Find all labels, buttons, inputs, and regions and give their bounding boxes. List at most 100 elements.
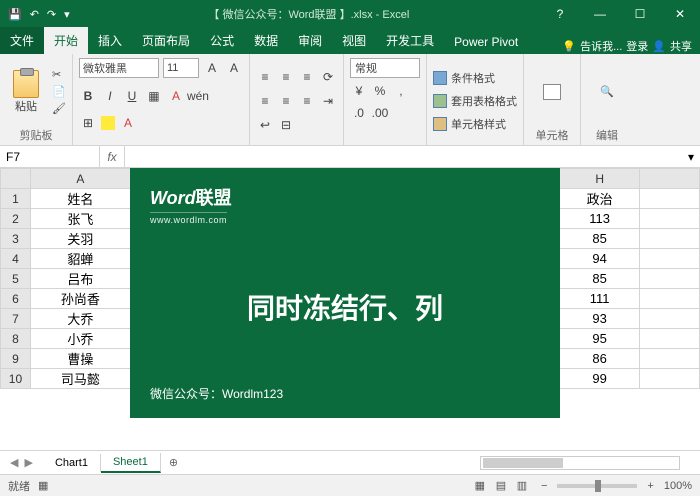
undo-icon[interactable]: ↶	[30, 8, 39, 21]
table-format-button[interactable]: 套用表格格式	[433, 91, 517, 111]
cell[interactable]: 113	[560, 209, 640, 229]
cell[interactable]: 吕布	[30, 269, 130, 289]
row-header[interactable]: 6	[1, 289, 31, 309]
tab-powerpivot[interactable]: Power Pivot	[444, 30, 528, 54]
row-header[interactable]: 7	[1, 309, 31, 329]
cell[interactable]	[640, 289, 700, 309]
cell[interactable]	[640, 309, 700, 329]
indent-icon[interactable]: ⇥	[319, 92, 337, 110]
tab-review[interactable]: 审阅	[288, 27, 332, 54]
cell[interactable]: 司马懿	[30, 369, 130, 389]
login-link[interactable]: 登录	[626, 38, 648, 54]
align-bottom-icon[interactable]: ≡	[298, 68, 316, 86]
percent-icon[interactable]: %	[371, 82, 389, 100]
cell[interactable]	[640, 249, 700, 269]
normal-view-icon[interactable]: ▦	[471, 479, 489, 493]
zoom-out-icon[interactable]: −	[541, 480, 547, 492]
share-button[interactable]: 共享	[670, 38, 692, 54]
horizontal-scrollbar[interactable]	[480, 456, 680, 470]
tab-file[interactable]: 文件	[0, 27, 44, 54]
cell[interactable]: 关羽	[30, 229, 130, 249]
sheet-prev-icon[interactable]: ◀	[10, 456, 18, 469]
cell[interactable]: 政治	[560, 189, 640, 209]
wrap-text-icon[interactable]: ↩	[256, 116, 274, 134]
sheet-next-icon[interactable]: ▶	[24, 456, 32, 469]
save-icon[interactable]: 💾	[8, 8, 22, 21]
name-box[interactable]: F7	[0, 146, 100, 167]
cell[interactable]: 95	[560, 329, 640, 349]
cell[interactable]: 姓名	[30, 189, 130, 209]
close-icon[interactable]: ✕	[660, 0, 700, 28]
number-format-combo[interactable]: 常规	[350, 58, 420, 78]
minimize-icon[interactable]: —	[580, 0, 620, 28]
row-header[interactable]: 2	[1, 209, 31, 229]
cell[interactable]	[640, 229, 700, 249]
cell[interactable]: 孙尚香	[30, 289, 130, 309]
row-header[interactable]: 10	[1, 369, 31, 389]
cell[interactable]	[640, 189, 700, 209]
row-header[interactable]: 4	[1, 249, 31, 269]
currency-icon[interactable]: ¥	[350, 82, 368, 100]
border-bottom-icon[interactable]: ⊞	[79, 114, 97, 132]
maximize-icon[interactable]: ☐	[620, 0, 660, 28]
shrink-font-icon[interactable]: A	[225, 59, 243, 77]
tab-data[interactable]: 数据	[244, 27, 288, 54]
fx-icon[interactable]: fx	[100, 150, 124, 164]
phonetic-button[interactable]: wén	[189, 87, 207, 105]
cell[interactable]: 貂蝉	[30, 249, 130, 269]
zoom-in-icon[interactable]: +	[647, 480, 653, 492]
cell[interactable]	[640, 329, 700, 349]
cells-icon[interactable]	[543, 84, 561, 100]
merge-icon[interactable]: ⊟	[277, 116, 295, 134]
page-break-view-icon[interactable]: ▥	[513, 479, 531, 493]
cell[interactable]	[640, 269, 700, 289]
dec-decimal-icon[interactable]: .00	[371, 104, 389, 122]
font-color-large-icon[interactable]: A	[167, 87, 185, 105]
tab-home[interactable]: 开始	[44, 27, 88, 54]
qat-more-icon[interactable]: ▾	[64, 8, 70, 21]
zoom-handle[interactable]	[595, 480, 601, 492]
macro-record-icon[interactable]: ▦	[38, 479, 48, 492]
font-name-combo[interactable]: 微软雅黑	[79, 58, 159, 78]
tab-insert[interactable]: 插入	[88, 27, 132, 54]
cell[interactable]: 94	[560, 249, 640, 269]
copy-icon[interactable]: 📄	[52, 85, 66, 98]
cell[interactable]: 111	[560, 289, 640, 309]
row-header[interactable]: 8	[1, 329, 31, 349]
align-left-icon[interactable]: ≡	[256, 92, 274, 110]
cell[interactable]: 小乔	[30, 329, 130, 349]
tab-layout[interactable]: 页面布局	[132, 27, 200, 54]
col-header-H[interactable]: H	[560, 169, 640, 189]
align-right-icon[interactable]: ≡	[298, 92, 316, 110]
cut-icon[interactable]: ✂	[52, 68, 66, 81]
bold-button[interactable]: B	[79, 87, 97, 105]
row-header[interactable]: 5	[1, 269, 31, 289]
italic-button[interactable]: I	[101, 87, 119, 105]
paste-button[interactable]: 粘贴	[6, 58, 46, 125]
align-top-icon[interactable]: ≡	[256, 68, 274, 86]
cell[interactable]: 张飞	[30, 209, 130, 229]
scroll-thumb[interactable]	[483, 458, 563, 468]
row-header[interactable]: 3	[1, 229, 31, 249]
cell[interactable]: 85	[560, 269, 640, 289]
align-middle-icon[interactable]: ≡	[277, 68, 295, 86]
cell[interactable]	[640, 209, 700, 229]
border-button[interactable]: ▦	[145, 87, 163, 105]
sheet-tab-chart1[interactable]: Chart1	[43, 454, 101, 472]
ribbon-help-icon[interactable]: ?	[540, 0, 580, 28]
worksheet-grid[interactable]: A H 1 姓名 政治 2 张飞 113 3 关羽 85 4 貂蝉 94 5 吕…	[0, 168, 700, 450]
zoom-level[interactable]: 100%	[664, 480, 692, 492]
tell-me[interactable]: 告诉我...	[580, 38, 622, 54]
sheet-tab-sheet1[interactable]: Sheet1	[101, 453, 161, 473]
formula-input[interactable]	[124, 146, 682, 167]
tab-formula[interactable]: 公式	[200, 27, 244, 54]
redo-icon[interactable]: ↷	[47, 8, 56, 21]
cell[interactable]: 99	[560, 369, 640, 389]
font-size-combo[interactable]: 11	[163, 58, 199, 78]
cell[interactable]	[640, 349, 700, 369]
conditional-format-button[interactable]: 条件格式	[433, 68, 517, 88]
select-all-corner[interactable]	[1, 169, 31, 189]
editing-icon[interactable]: 🔍	[600, 85, 614, 98]
cell-style-button[interactable]: 单元格样式	[433, 114, 517, 134]
cell[interactable]: 86	[560, 349, 640, 369]
